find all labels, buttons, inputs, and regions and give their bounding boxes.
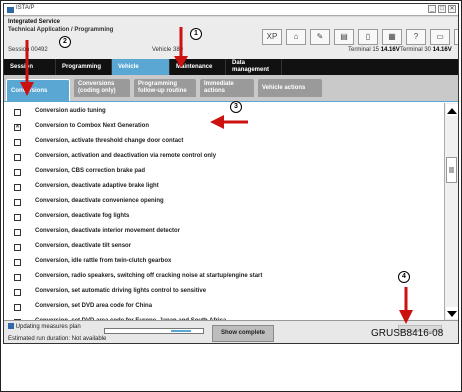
terminal15-value: 14.16V xyxy=(380,47,400,53)
show-complete-button[interactable]: Show complete xyxy=(212,325,274,342)
checkbox[interactable] xyxy=(14,244,21,251)
list-item-label: Conversion, set DVD area code for China xyxy=(35,303,153,309)
checkbox-checked[interactable]: ✕ xyxy=(14,124,21,131)
updating-status: Updating measures plan xyxy=(8,323,81,330)
list-item-label: Conversion, CBS correction brake pad xyxy=(35,168,146,174)
maximize-window-button[interactable]: □ xyxy=(438,5,446,13)
app-icon xyxy=(7,7,14,13)
scroll-down-button[interactable] xyxy=(446,307,458,319)
terminal15-label: Terminal 15 xyxy=(348,47,380,53)
progress-fill xyxy=(171,330,191,332)
close-icon[interactable]: ✕ xyxy=(454,29,458,45)
terminal15-info: Terminal 15 14.16V xyxy=(348,47,400,53)
header-title-line2: Technical Application / Programming xyxy=(8,27,114,33)
subtab-programming-follow-up[interactable]: Programming follow-up routine xyxy=(134,79,196,97)
callout-3: 3 xyxy=(230,101,242,113)
info-icon xyxy=(8,323,14,329)
terminal30-value: 14.16V xyxy=(432,47,452,53)
window-controls: _ □ ✕ xyxy=(428,5,456,13)
conversion-list: Conversion audio tuning ✕ Conversion to C… xyxy=(4,101,458,326)
subtab-conversions-coding-only[interactable]: Conversions (coding only) xyxy=(74,79,130,97)
help-icon[interactable]: ? xyxy=(406,29,426,45)
terminal30-label: Terminal 30 xyxy=(400,47,432,53)
checkbox[interactable] xyxy=(14,304,21,311)
wrench-icon[interactable]: ✎ xyxy=(310,29,330,45)
session-info: Session 00492 xyxy=(8,47,48,53)
sub-navigation: Conversions Conversions (coding only) Pr… xyxy=(4,75,458,101)
list-item-label: Conversion, deactivate tilt sensor xyxy=(35,243,132,249)
progress-bar xyxy=(104,328,204,334)
tab-data-management[interactable]: Data management xyxy=(226,59,282,75)
vehicle-value: 389 xyxy=(173,47,184,53)
list-item-label: Conversion, deactivate adaptive brake li… xyxy=(35,183,159,189)
tab-programming[interactable]: Programming xyxy=(56,59,112,75)
main-navigation: Session Programming Vehicle Maintenance … xyxy=(4,59,458,75)
callout-1: 1 xyxy=(190,28,202,40)
checkbox[interactable] xyxy=(14,109,21,116)
checkbox[interactable] xyxy=(14,184,21,191)
header: Integrated Service Technical Application… xyxy=(4,17,458,60)
title-bar: ISTA/P _ □ ✕ xyxy=(4,4,458,16)
print-icon[interactable]: ▦ xyxy=(382,29,402,45)
checkbox[interactable] xyxy=(14,274,21,281)
scroll-thumb[interactable] xyxy=(446,157,457,183)
list-item-label: Conversion, activate threshold change do… xyxy=(35,138,184,144)
tab-maintenance[interactable]: Maintenance xyxy=(170,59,226,75)
triangle-up-icon xyxy=(447,108,457,114)
list-item-label: Conversion, deactivate interior movement… xyxy=(35,228,181,234)
close-window-button[interactable]: ✕ xyxy=(448,5,456,13)
checkbox[interactable] xyxy=(14,199,21,206)
updating-text: Updating measures plan xyxy=(15,324,81,330)
checkbox[interactable] xyxy=(14,289,21,296)
callout-4: 4 xyxy=(398,271,410,283)
list-item-label: Conversion, activation and deactivation … xyxy=(35,153,217,159)
checkbox[interactable] xyxy=(14,154,21,161)
window-icon[interactable]: ▯ xyxy=(358,29,378,45)
reference-code: GRUSB8416-08 xyxy=(371,328,444,339)
header-title-line1: Integrated Service xyxy=(8,19,61,25)
scroll-up-button[interactable] xyxy=(446,104,458,116)
grip-icon xyxy=(449,167,454,173)
list-item-label: Conversion, deactivate convenience openi… xyxy=(35,198,164,204)
list-item-label: Conversion, radio speakers, switching of… xyxy=(35,273,263,279)
checkbox[interactable] xyxy=(14,229,21,236)
estimated-duration: Estimated run duration: Not available xyxy=(8,336,107,342)
checkbox[interactable] xyxy=(14,259,21,266)
vehicle-label: Vehicle xyxy=(152,47,172,53)
minimize-icon[interactable]: ▭ xyxy=(430,29,450,45)
subtab-vehicle-actions[interactable]: Vehicle actions xyxy=(258,79,322,97)
list-item-label: Conversion audio tuning xyxy=(35,108,106,114)
app-title: ISTA/P xyxy=(16,5,35,11)
list-item-label: Conversion, idle rattle from twin-clutch… xyxy=(35,258,172,264)
minimize-window-button[interactable]: _ xyxy=(428,5,436,13)
list-item-label: Conversion to Combox Next Generation xyxy=(35,123,150,129)
terminal30-info: Terminal 30 14.16V xyxy=(400,47,452,53)
checkbox[interactable] xyxy=(14,169,21,176)
xp-icon[interactable]: XP xyxy=(262,29,282,45)
subtab-immediate-actions[interactable]: Immediate actions xyxy=(200,79,254,97)
checkbox[interactable] xyxy=(14,214,21,221)
callout-2: 2 xyxy=(59,36,71,48)
checkbox[interactable] xyxy=(14,139,21,146)
home-icon[interactable]: ⌂ xyxy=(286,29,306,45)
tab-vehicle[interactable]: Vehicle xyxy=(112,59,170,75)
vertical-scrollbar[interactable] xyxy=(444,103,458,321)
list-item-label: Conversion, deactivate fog lights xyxy=(35,213,130,219)
application-window: ISTA/P _ □ ✕ Integrated Service Technica… xyxy=(3,3,459,344)
toolbar: XP ⌂ ✎ ▤ ▯ ▦ ? ▭ ✕ xyxy=(262,29,458,45)
triangle-down-icon xyxy=(447,311,457,317)
list-item-label: Conversion, set automatic driving lights… xyxy=(35,288,207,294)
vehicle-info: Vehicle 389 xyxy=(152,47,183,53)
tab-session[interactable]: Session xyxy=(4,59,56,75)
session-label: Session xyxy=(8,47,30,53)
subtab-conversions[interactable]: Conversions xyxy=(6,79,70,101)
book-icon[interactable]: ▤ xyxy=(334,29,354,45)
session-value: 00492 xyxy=(31,47,48,53)
